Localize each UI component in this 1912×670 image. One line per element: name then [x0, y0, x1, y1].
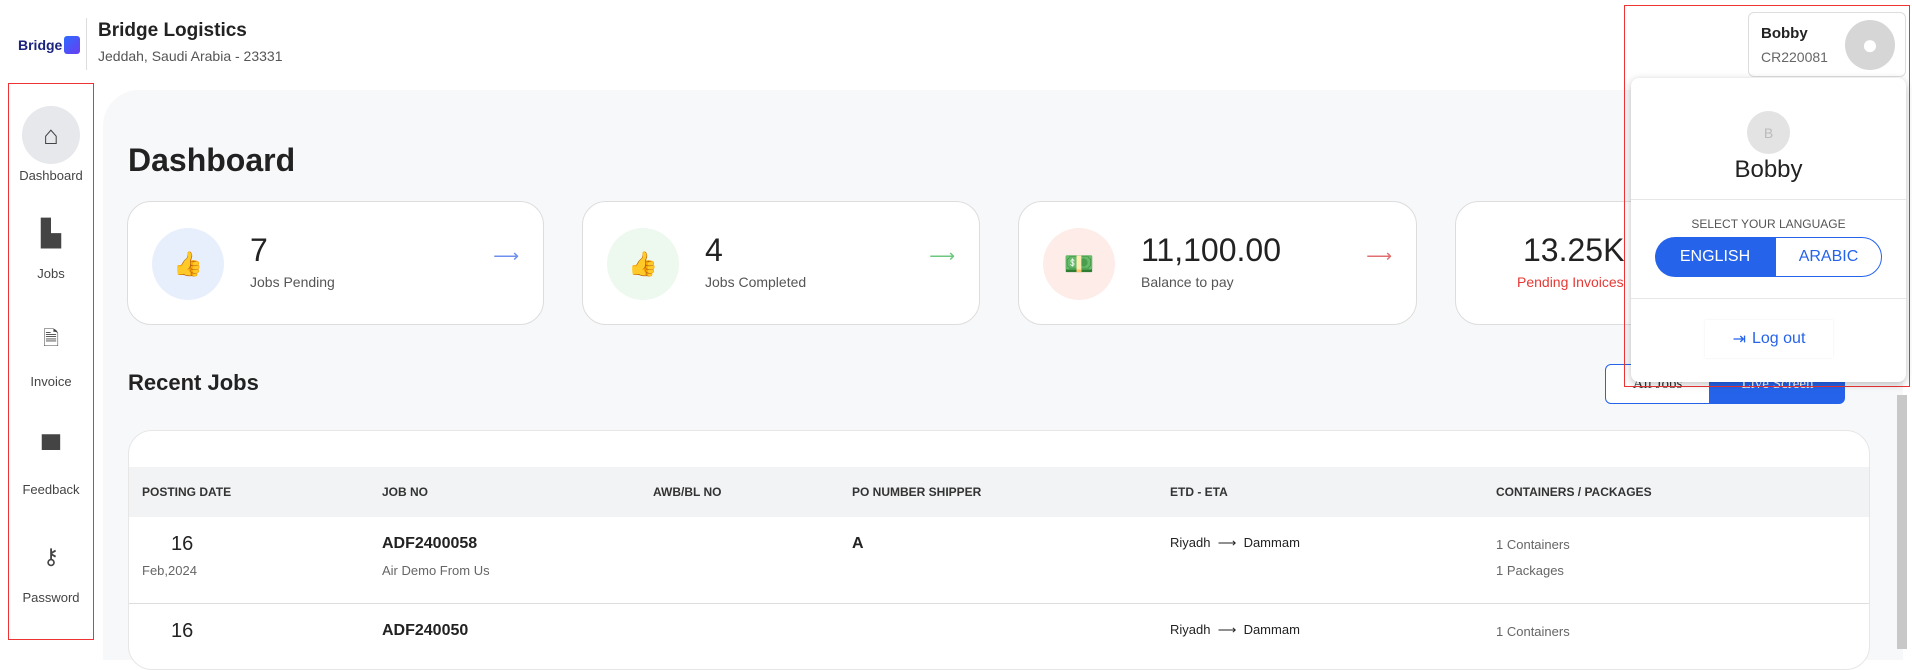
- logout-button[interactable]: ⇥ Log out: [1705, 320, 1833, 358]
- po-number: A: [852, 535, 864, 552]
- label: Dashboard: [19, 168, 83, 183]
- money-bill-icon: 💵: [1043, 228, 1115, 300]
- col-job-no: JOB NO: [382, 485, 429, 499]
- stat-label: Balance to pay: [1141, 274, 1234, 290]
- origin: Riyadh: [1170, 535, 1211, 550]
- logout-icon: ⇥: [1732, 331, 1746, 348]
- job-no[interactable]: ADF2400058: [382, 535, 477, 553]
- stat-label: Jobs Completed: [705, 274, 807, 290]
- table-row[interactable]: 16 Feb,2024 ADF2400058 Air Demo From Us …: [129, 517, 1869, 604]
- col-awb: AWB/BL NO: [653, 485, 722, 499]
- stat-value: 4: [705, 232, 723, 268]
- language-title: SELECT YOUR LANGUAGE: [1691, 217, 1846, 231]
- recent-jobs-table: POSTING DATE JOB NO AWB/BL NO PO NUMBER …: [128, 430, 1870, 670]
- route: Riyadh ⟶ Dammam: [1170, 622, 1300, 637]
- home-icon: ⌂: [22, 106, 80, 164]
- divider: [1631, 199, 1906, 200]
- containers: 1 Containers: [1496, 537, 1570, 552]
- sidebar-item-invoice[interactable]: 🗎 Invoice: [9, 312, 93, 389]
- sidebar: ⌂ Dashboard ▙ Jobs 🗎 Invoice ▀ Feedback ⚷ Pas…: [8, 83, 94, 640]
- col-posting-date: POSTING DATE: [142, 485, 232, 499]
- destination: Dammam: [1243, 622, 1300, 637]
- thumbs-up-icon: 👍: [152, 228, 224, 300]
- stat-card-jobs-pending[interactable]: 👍 7 Jobs Pending ⟶: [127, 201, 544, 325]
- day: 16: [171, 533, 194, 555]
- label: Password: [22, 590, 80, 605]
- key-icon: ⚷: [42, 544, 60, 569]
- logout-label: Log out: [1752, 330, 1806, 347]
- stat-card-balance[interactable]: 💵 11,100.00 Balance to pay ⟶: [1018, 201, 1417, 325]
- origin: Riyadh: [1170, 622, 1211, 637]
- profile-button[interactable]: Bobby CR220081 ●: [1748, 12, 1906, 77]
- company-address: Jeddah, Saudi Arabia - 23331: [98, 48, 283, 64]
- col-etd-eta: ETD - ETA: [1170, 485, 1228, 499]
- invoice-icon: 🗎: [42, 328, 60, 350]
- comment-icon: ▀: [41, 433, 61, 464]
- stat-value: 13.25K: [1523, 232, 1625, 268]
- divider: [1631, 298, 1906, 299]
- col-po: PO NUMBER SHIPPER: [852, 485, 982, 499]
- stat-label: Pending Invoices: [1517, 274, 1624, 290]
- profile-code: CR220081: [1761, 49, 1828, 65]
- stat-label: Jobs Pending: [250, 274, 335, 290]
- scrollbar[interactable]: [1897, 395, 1907, 649]
- containers: 1 Containers: [1496, 624, 1570, 639]
- arabic-button[interactable]: ARABIC: [1775, 237, 1882, 277]
- sidebar-item-feedback[interactable]: ▀ Feedback: [9, 420, 93, 498]
- stat-value: 7: [250, 232, 268, 268]
- arrow-right-icon[interactable]: ⟶: [493, 246, 519, 267]
- destination: Dammam: [1243, 535, 1300, 550]
- scroll-icon: ▙: [41, 217, 61, 248]
- logo: Bridge: [18, 36, 81, 54]
- col-containers: CONTAINERS / PACKAGES: [1496, 485, 1652, 499]
- route: Riyadh ⟶ Dammam: [1170, 535, 1300, 550]
- user-avatar-icon: ●: [1845, 20, 1895, 70]
- day: 16: [171, 620, 194, 642]
- profile-name: Bobby: [1761, 25, 1808, 42]
- arrow-right-icon[interactable]: ⟶: [1366, 246, 1392, 267]
- english-button[interactable]: ENGLISH: [1655, 237, 1775, 277]
- month: Feb,2024: [142, 563, 197, 578]
- label: Feedback: [22, 482, 80, 497]
- company-name: Bridge Logistics: [98, 20, 247, 41]
- table-row[interactable]: 16 ADF240050 Riyadh ⟶ Dammam 1 Container…: [129, 604, 1869, 669]
- dropdown-user-name: Bobby: [1734, 156, 1803, 183]
- sidebar-item-dashboard[interactable]: ⌂ Dashboard: [9, 106, 93, 183]
- avatar: B: [1747, 111, 1790, 154]
- sidebar-item-password[interactable]: ⚷ Password: [9, 528, 93, 605]
- packages: 1 Packages: [1496, 563, 1564, 578]
- stat-card-jobs-completed[interactable]: 👍 4 Jobs Completed ⟶: [582, 201, 980, 325]
- job-no[interactable]: ADF240050: [382, 622, 468, 640]
- thumbs-up-icon: 👍: [607, 228, 679, 300]
- page-title: Dashboard: [128, 142, 296, 178]
- job-desc: Air Demo From Us: [382, 563, 490, 578]
- label: Invoice: [30, 374, 72, 389]
- divider: [86, 18, 87, 70]
- sidebar-item-jobs[interactable]: ▙ Jobs: [9, 204, 93, 282]
- arrow-right-icon[interactable]: ⟶: [929, 246, 955, 267]
- table-header: POSTING DATE JOB NO AWB/BL NO PO NUMBER …: [129, 467, 1869, 517]
- label: Jobs: [37, 266, 65, 281]
- stat-value: 11,100.00: [1141, 232, 1281, 268]
- recent-jobs-title: Recent Jobs: [128, 370, 259, 395]
- profile-dropdown: B Bobby SELECT YOUR LANGUAGE ENGLISH ARA…: [1631, 78, 1906, 382]
